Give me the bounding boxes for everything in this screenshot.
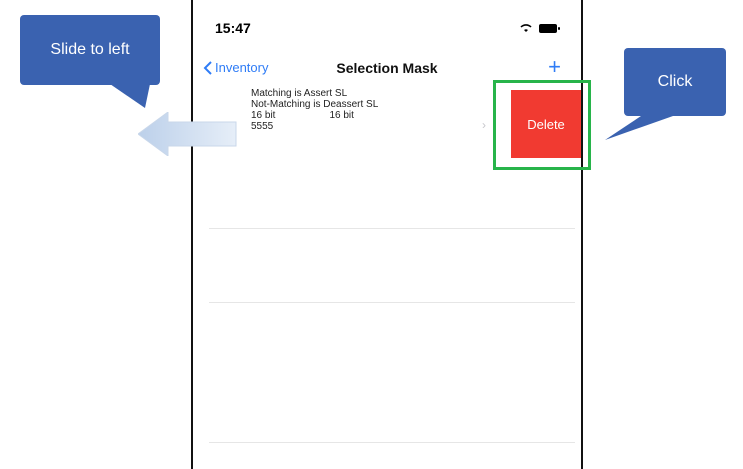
battery-icon xyxy=(539,23,560,33)
swipe-left-arrow-icon xyxy=(138,112,237,156)
slide-left-callout: Slide to left xyxy=(20,15,160,85)
divider xyxy=(209,442,575,443)
status-icons xyxy=(519,23,560,33)
add-icon[interactable]: + xyxy=(548,56,561,78)
phone-screen: 15:47 Inventory Selection Mask + Matchin… xyxy=(191,0,583,469)
status-time: 15:47 xyxy=(215,20,251,36)
left-callout-tail xyxy=(110,84,150,108)
divider xyxy=(209,302,575,303)
divider xyxy=(209,228,575,229)
mask-value: 5555 xyxy=(251,121,274,132)
wifi-icon xyxy=(520,24,532,32)
cell-content: Matching is Assert SL Not-Matching is De… xyxy=(251,88,378,132)
bit-length-a: 16 bit xyxy=(251,110,276,121)
highlight-box xyxy=(493,80,591,170)
not-matching-text: Not-Matching is Deassert SL xyxy=(251,99,379,110)
bit-lengths: 16 bit 16 bit xyxy=(251,110,378,121)
click-callout: Click xyxy=(624,48,726,116)
chevron-right-icon: › xyxy=(482,118,486,132)
page-title: Selection Mask xyxy=(336,60,438,76)
bit-length-b: 16 bit xyxy=(329,110,354,121)
matching-text: Matching is Assert SL xyxy=(251,88,348,99)
